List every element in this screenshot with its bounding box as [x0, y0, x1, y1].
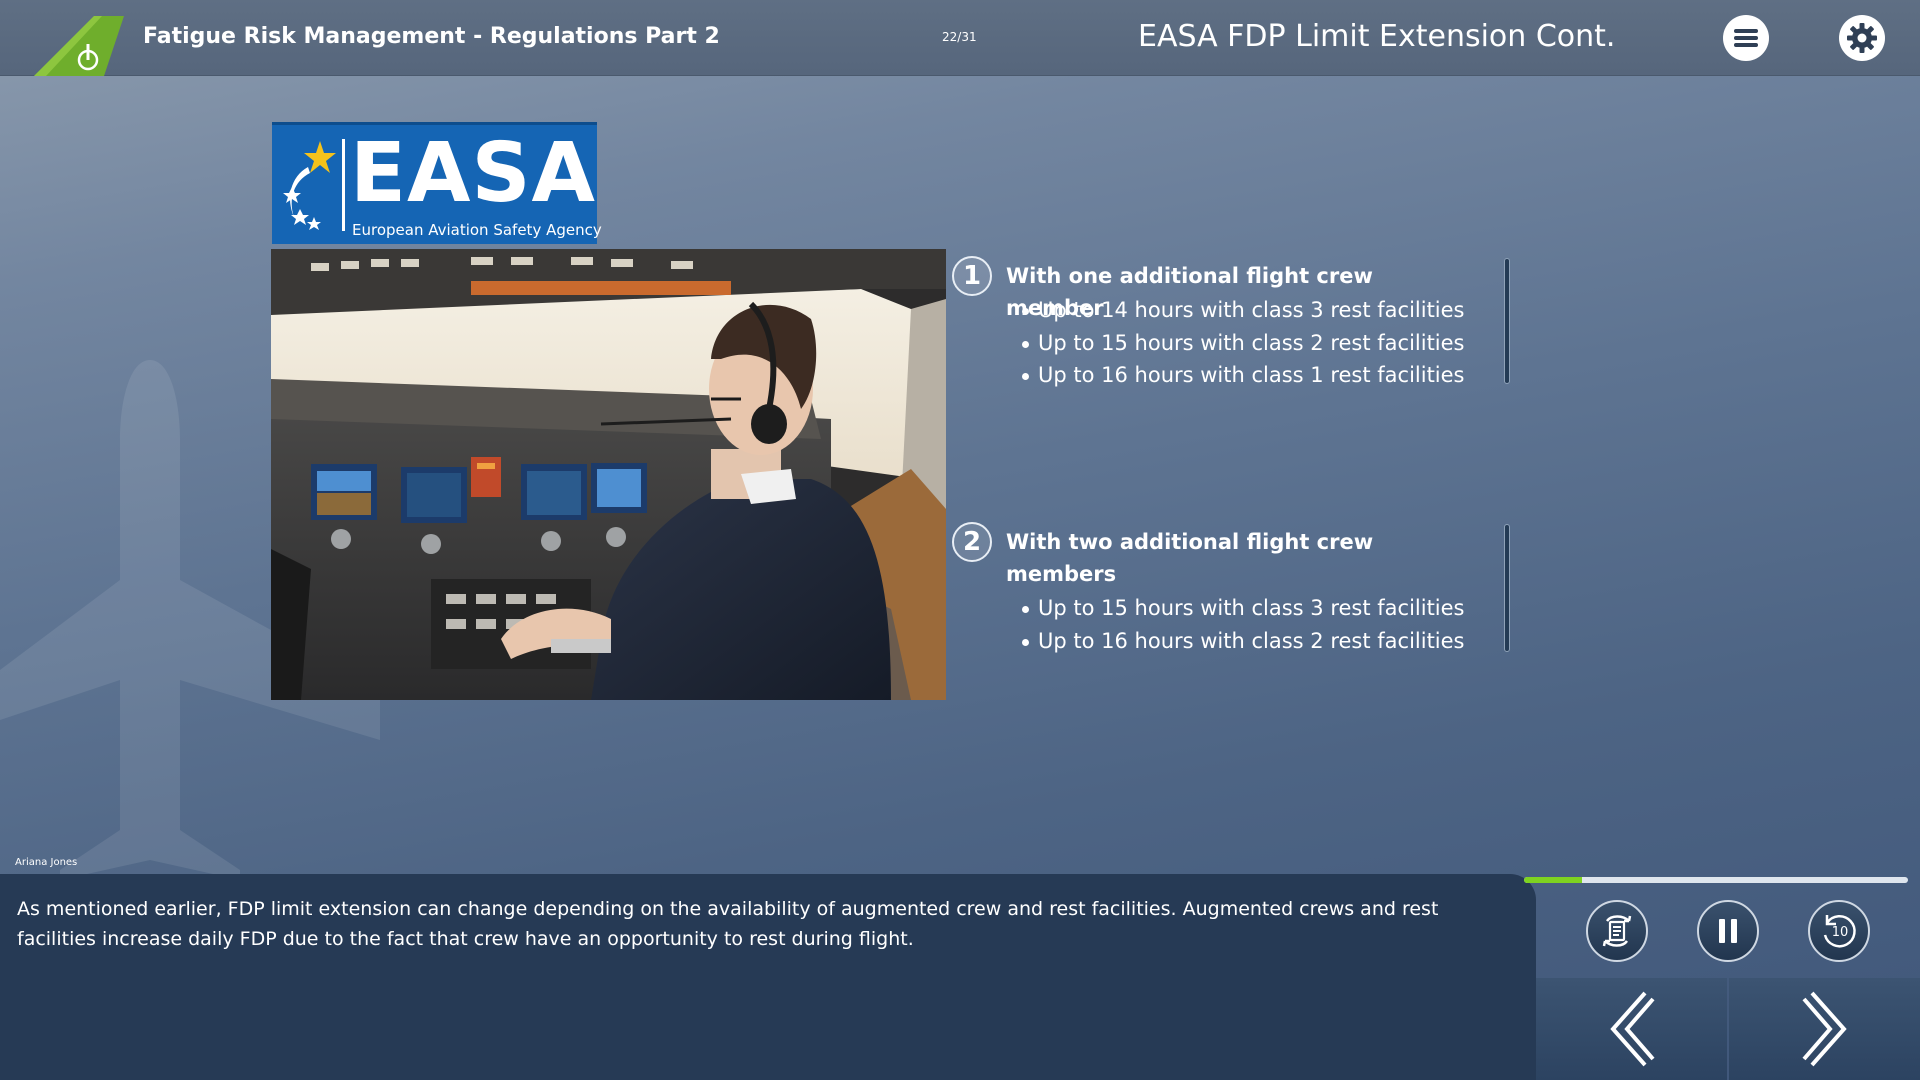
list-item: Up to 15 hours with class 3 rest facilit… [1020, 592, 1465, 625]
transcript-document-icon [1602, 915, 1632, 947]
transcript-panel: As mentioned earlier, FDP limit extensio… [0, 874, 1536, 1080]
menu-button[interactable] [1723, 15, 1769, 61]
group-two-scrollbar[interactable] [1504, 524, 1510, 652]
easa-divider [342, 139, 345, 231]
group-heading: With two additional flight crew members [1006, 530, 1374, 586]
slide-navigation [1536, 978, 1920, 1080]
gear-icon [1847, 23, 1877, 53]
group-items: Up to 14 hours with class 3 rest facilit… [1020, 294, 1465, 392]
slide-title: EASA FDP Limit Extension Cont. [1138, 19, 1616, 54]
previous-slide-button[interactable] [1536, 978, 1727, 1080]
transcript-toggle-button[interactable] [1586, 900, 1648, 962]
transcript-text: As mentioned earlier, FDP limit extensio… [17, 898, 1439, 950]
easa-emblem-icon [283, 141, 336, 230]
top-bar: Fatigue Risk Management - Regulations Pa… [0, 0, 1920, 76]
group-items: Up to 15 hours with class 3 rest facilit… [1020, 592, 1465, 657]
group-number-badge: 2 [952, 522, 992, 562]
course-title: Fatigue Risk Management - Regulations Pa… [143, 24, 720, 49]
group-number-badge: 1 [952, 256, 992, 296]
easa-subtitle: European Aviation Safety Agency [352, 221, 602, 239]
list-item: Up to 16 hours with class 2 rest facilit… [1020, 625, 1465, 658]
plane-tail-logo-icon [34, 16, 124, 76]
page-counter: 22/31 [942, 30, 977, 44]
list-item: Up to 15 hours with class 2 rest facilit… [1020, 327, 1465, 360]
slide-progress-fill [1524, 877, 1582, 883]
settings-button[interactable] [1839, 15, 1885, 61]
slide-progress-bar[interactable] [1524, 877, 1908, 883]
group-one-scrollbar[interactable] [1504, 258, 1510, 384]
easa-wordmark: EASA [350, 126, 596, 221]
narrator-name: Ariana Jones [15, 857, 78, 868]
pause-icon [1719, 919, 1737, 943]
chevron-right-icon [1801, 991, 1847, 1067]
rewind-10-icon: 10 [1823, 915, 1856, 948]
hamburger-menu-icon [1734, 29, 1758, 47]
pause-button[interactable] [1697, 900, 1759, 962]
player-controls: 10 [1536, 888, 1920, 1080]
next-slide-button[interactable] [1729, 978, 1920, 1080]
list-item: Up to 16 hours with class 1 rest facilit… [1020, 359, 1465, 392]
list-item: Up to 14 hours with class 3 rest facilit… [1020, 294, 1465, 327]
rewind-seconds: 10 [1832, 925, 1849, 940]
chevron-left-icon [1609, 991, 1655, 1067]
cockpit-pilot-photo [271, 249, 946, 700]
rewind-10-button[interactable]: 10 [1808, 900, 1870, 962]
easa-logo: EASA European Aviation Safety Agency [272, 122, 602, 244]
player-button-row: 10 [1536, 888, 1920, 978]
